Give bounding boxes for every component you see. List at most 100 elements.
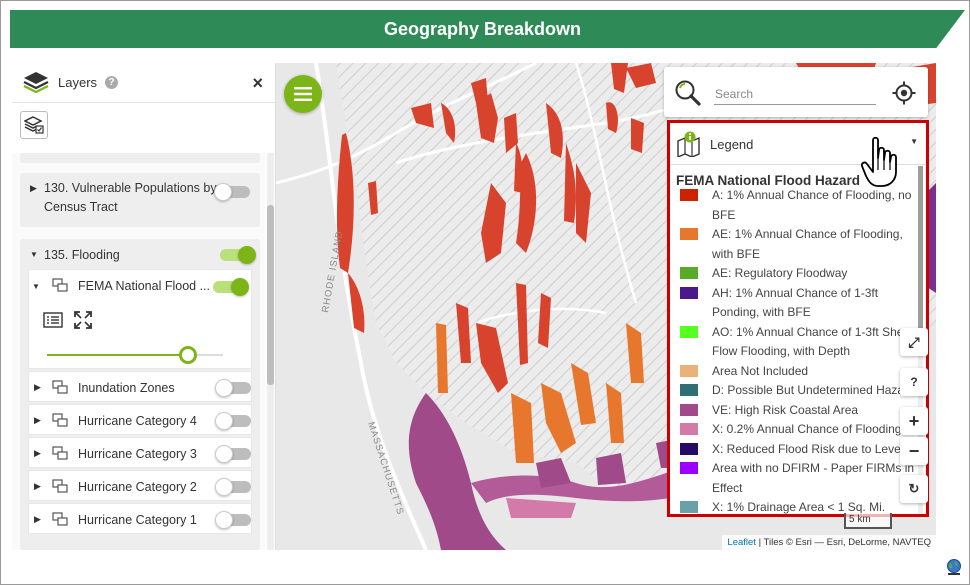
sublayer-hurricane-1: ▶ Hurricane Category 1 — [28, 503, 252, 534]
fullscreen-button[interactable]: ⤢ — [900, 328, 928, 356]
layers-stack-icon — [23, 71, 49, 93]
layer-icon — [52, 380, 68, 394]
layers-toolbar — [12, 103, 275, 143]
layer-icon — [52, 512, 68, 526]
locate-icon[interactable] — [892, 81, 916, 105]
help-icon: ? — [910, 375, 918, 389]
layer-icon — [52, 479, 68, 493]
caret-right-icon[interactable]: ▶ — [34, 448, 41, 459]
sublayer-toggle[interactable] — [213, 278, 249, 296]
help-button[interactable]: ? — [900, 368, 928, 396]
legend-item-label: Area Not Included — [712, 363, 809, 378]
sublayer-toggle[interactable] — [215, 478, 251, 496]
sublayer-toggle[interactable] — [215, 412, 251, 430]
reset-icon: ↻ — [908, 481, 920, 496]
legend-swatch — [680, 189, 698, 201]
caret-right-icon[interactable]: ▶ — [30, 183, 37, 194]
legend-item-label: VE: High Risk Coastal Area — [712, 402, 859, 417]
scrollbar-thumb[interactable] — [267, 205, 274, 385]
opacity-slider[interactable] — [47, 346, 223, 364]
sublayer-toggle[interactable] — [215, 379, 251, 397]
legend-swatch — [680, 228, 698, 240]
page-title: Geography Breakdown — [383, 18, 582, 39]
caret-right-icon[interactable]: ▶ — [34, 514, 41, 525]
leaflet-link[interactable]: Leaflet — [727, 537, 756, 548]
layer-group-130[interactable]: ▶ 130. Vulnerable Populations by Census … — [20, 173, 260, 227]
legend-item-label: X: 1% Drainage Area < 1 Sq. Mi. — [712, 500, 886, 514]
layers-panel: Layers ? × ▶ 130. Vulnerable Populations… — [12, 63, 276, 550]
map-legend-icon — [677, 131, 700, 157]
layer-manager-button[interactable] — [20, 111, 48, 139]
legend-swatch — [680, 384, 698, 396]
legend-header-label: Legend — [710, 137, 754, 152]
layer-group-partial — [20, 153, 260, 163]
caret-right-icon[interactable]: ▶ — [34, 415, 41, 426]
opacity-slider-handle[interactable] — [179, 346, 197, 364]
layer-toggle[interactable] — [214, 183, 250, 201]
caret-right-icon[interactable]: ▶ — [34, 481, 41, 492]
sublayer-toggle[interactable] — [215, 445, 251, 463]
reset-view-button[interactable]: ↻ — [900, 475, 928, 503]
legend-item-label: Area with no DFIRM - Paper FIRMs in Effe… — [712, 461, 915, 495]
legend-item-label: AE: Regulatory Floodway — [712, 266, 848, 280]
minus-icon: − — [908, 440, 920, 461]
zoom-out-button[interactable]: − — [900, 437, 928, 465]
layer-group-label: 135. Flooding — [44, 248, 120, 262]
legend-swatch — [680, 423, 698, 435]
sublayer-hurricane-4: ▶ Hurricane Category 4 — [28, 404, 252, 435]
sublayer-toggle[interactable] — [215, 511, 251, 529]
legend-item: A: 1% Annual Chance of Flooding, no BFE — [680, 186, 916, 225]
legend-swatch — [680, 286, 698, 299]
legend-item: X: Reduced Flood Risk due to Levee — [680, 440, 916, 460]
legend-item: AH: 1% Annual Chance of 1-3ft Ponding, w… — [680, 284, 916, 323]
layer-icon — [52, 413, 68, 427]
legend-item: X: 0.2% Annual Chance of Flooding — [680, 420, 916, 440]
legend-item-label: A: 1% Annual Chance of Flooding, no BFE — [712, 188, 912, 222]
search-input[interactable] — [714, 83, 876, 105]
layer-icon — [52, 278, 68, 292]
legend-swatch — [680, 442, 698, 455]
legend-item-label: AO: 1% Annual Chance of 1-3ft Sheet Flow… — [712, 324, 914, 359]
map-view[interactable]: RHODE ISLAND MASSACHUSETTS Search Legend… — [276, 63, 936, 550]
sublayer-inundation-zones: ▶ Inundation Zones — [28, 371, 252, 402]
search-box — [664, 67, 928, 117]
plus-icon: + — [908, 410, 920, 431]
layers-check-icon — [24, 116, 44, 134]
layer-group-label: 130. Vulnerable Populations by — [44, 181, 217, 195]
search-icon[interactable] — [674, 79, 702, 107]
zoom-in-button[interactable]: + — [900, 407, 928, 435]
list-details-icon[interactable] — [43, 312, 63, 328]
legend-item-label: X: 0.2% Annual Chance of Flooding — [712, 422, 902, 436]
legend-item-label: X: Reduced Flood Risk due to Levee — [712, 441, 908, 456]
legend-item-label: AH: 1% Annual Chance of 1-3ft Ponding, w… — [712, 285, 879, 320]
legend-item: VE: High Risk Coastal Area — [680, 401, 916, 421]
legend-item: X: 1% Drainage Area < 1 Sq. Mi. — [680, 498, 916, 514]
map-attribution: Leaflet | Tiles © Esri — Esri, DeLorme, … — [722, 535, 936, 550]
sublayer-label: FEMA National Flood ... — [78, 279, 211, 293]
legend-item: AE: Regulatory Floodway — [680, 264, 916, 284]
caret-right-icon[interactable]: ▶ — [34, 382, 41, 393]
caret-down-icon[interactable]: ▼ — [30, 250, 38, 259]
question-icon[interactable]: ? — [105, 76, 119, 89]
menu-button[interactable] — [284, 75, 322, 113]
legend-item: AE: 1% Annual Chance of Flooding, with B… — [680, 225, 916, 264]
globe-icon — [945, 558, 963, 576]
sublayer-label: Hurricane Category 2 — [78, 480, 197, 494]
legend-swatch — [680, 267, 698, 279]
legend-swatch — [680, 364, 698, 377]
layers-panel-title: Layers — [58, 75, 98, 90]
sublayer-label: Inundation Zones — [78, 381, 175, 395]
layer-list: ▶ 130. Vulnerable Populations by Census … — [12, 153, 265, 550]
layer-list-scrollbar[interactable] — [267, 153, 274, 550]
sublayer-fema: ▼ FEMA National Flood ... — [28, 269, 252, 369]
close-icon[interactable]: × — [252, 73, 263, 94]
tiles-attribution: | Tiles © Esri — Esri, DeLorme, NAVTEQ — [755, 537, 931, 548]
scale-bar: 5 km — [844, 513, 892, 529]
zoom-to-extent-icon[interactable] — [73, 310, 93, 330]
layer-toggle[interactable] — [220, 246, 256, 264]
caret-down-icon[interactable]: ▼ — [32, 282, 40, 291]
expand-icon: ⤢ — [908, 333, 920, 350]
legend-items: A: 1% Annual Chance of Flooding, no BFE A… — [680, 186, 916, 514]
caret-down-icon[interactable]: ▼ — [910, 137, 918, 146]
legend-swatch — [680, 403, 698, 416]
